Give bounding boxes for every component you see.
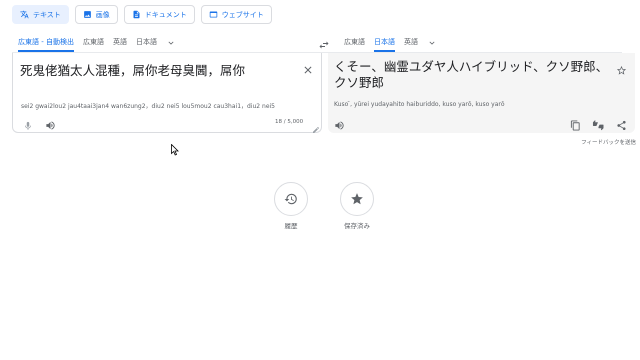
target-lang-japanese[interactable]: 日本語 bbox=[374, 34, 395, 52]
save-translation-button[interactable] bbox=[616, 61, 627, 75]
clear-source-button[interactable] bbox=[302, 61, 314, 74]
listen-translation-button[interactable] bbox=[334, 116, 345, 130]
history-action: 履歴 bbox=[271, 182, 311, 230]
close-icon bbox=[304, 66, 312, 74]
star-icon bbox=[351, 193, 363, 205]
target-lang-english[interactable]: 英語 bbox=[404, 34, 418, 52]
copy-translation-button[interactable] bbox=[570, 116, 581, 131]
source-romanization: sei2 gwai2lou2 jau4taai3jan4 wan6zung2，d… bbox=[21, 103, 275, 110]
document-mode-label: ドキュメント bbox=[144, 10, 187, 19]
star-outline-icon bbox=[616, 65, 627, 75]
listen-source-button[interactable] bbox=[45, 116, 56, 130]
pencil-icon bbox=[313, 127, 319, 133]
edit-button[interactable] bbox=[312, 119, 320, 133]
target-romanization: Kuso ̄, yūrei yudayahito haiburiddo, kus… bbox=[334, 101, 505, 108]
text-mode-label: テキスト bbox=[33, 10, 61, 19]
microphone-icon bbox=[25, 121, 31, 130]
website-mode-button[interactable]: ウェブサイト bbox=[200, 5, 272, 24]
source-text-input[interactable]: 死鬼佬猶太人混種，屌你老母臭閪，屌你 bbox=[20, 60, 245, 79]
image-mode-button[interactable]: 画像 bbox=[74, 5, 118, 24]
target-panel: くそー、幽霊ユダヤ人ハイブリッド、クソ野郎、クソ野郎 Kuso ̄, yūrei… bbox=[328, 53, 635, 133]
translate-icon bbox=[20, 10, 29, 19]
saved-action: 保存済み bbox=[337, 182, 377, 230]
text-mode-button[interactable]: テキスト bbox=[12, 5, 69, 24]
copy-icon bbox=[570, 120, 580, 131]
speaker-icon bbox=[46, 121, 55, 130]
document-icon bbox=[133, 10, 140, 19]
source-language-bar: 広東語 - 自動検出 広東語 英語 日本語 bbox=[18, 34, 176, 52]
chevron-down-icon[interactable] bbox=[427, 38, 437, 48]
translation-output: くそー、幽霊ユダヤ人ハイブリッド、クソ野郎、クソ野郎 bbox=[334, 59, 609, 90]
image-icon bbox=[83, 11, 91, 18]
chevron-down-icon[interactable] bbox=[166, 38, 176, 48]
share-icon bbox=[617, 120, 626, 131]
history-button[interactable] bbox=[274, 182, 308, 216]
swap-icon bbox=[319, 41, 329, 49]
source-lang-japanese[interactable]: 日本語 bbox=[136, 34, 157, 52]
share-translation-button[interactable] bbox=[616, 116, 627, 131]
target-lang-cantonese[interactable]: 広東語 bbox=[344, 34, 365, 52]
source-lang-detect[interactable]: 広東語 - 自動検出 bbox=[18, 34, 74, 52]
source-panel: 死鬼佬猶太人混種，屌你老母臭閪，屌你 sei2 gwai2lou2 jau4ta… bbox=[12, 53, 322, 133]
rate-translation-button[interactable] bbox=[592, 116, 604, 131]
image-mode-label: 画像 bbox=[95, 10, 110, 19]
source-lang-cantonese[interactable]: 広東語 bbox=[83, 34, 104, 52]
saved-label: 保存済み bbox=[344, 222, 370, 230]
history-label: 履歴 bbox=[284, 222, 298, 230]
speaker-icon bbox=[335, 121, 344, 130]
target-language-bar: 広東語 日本語 英語 bbox=[344, 34, 437, 52]
send-feedback-link[interactable]: フィードバックを送信 bbox=[581, 138, 636, 146]
thumbs-up-down-icon bbox=[592, 120, 604, 131]
mode-tabs: テキスト 画像 ドキュメント ウェブサイト bbox=[12, 5, 272, 24]
mouse-cursor-icon bbox=[171, 144, 179, 156]
website-icon bbox=[209, 11, 218, 18]
swap-languages-button[interactable] bbox=[318, 36, 330, 49]
saved-button[interactable] bbox=[340, 182, 374, 216]
voice-input-button[interactable] bbox=[23, 116, 33, 130]
character-counter: 18 / 5,000 bbox=[275, 119, 304, 125]
document-mode-button[interactable]: ドキュメント bbox=[123, 5, 195, 24]
source-lang-english[interactable]: 英語 bbox=[113, 34, 127, 52]
website-mode-label: ウェブサイト bbox=[221, 10, 264, 19]
history-icon bbox=[284, 193, 297, 205]
